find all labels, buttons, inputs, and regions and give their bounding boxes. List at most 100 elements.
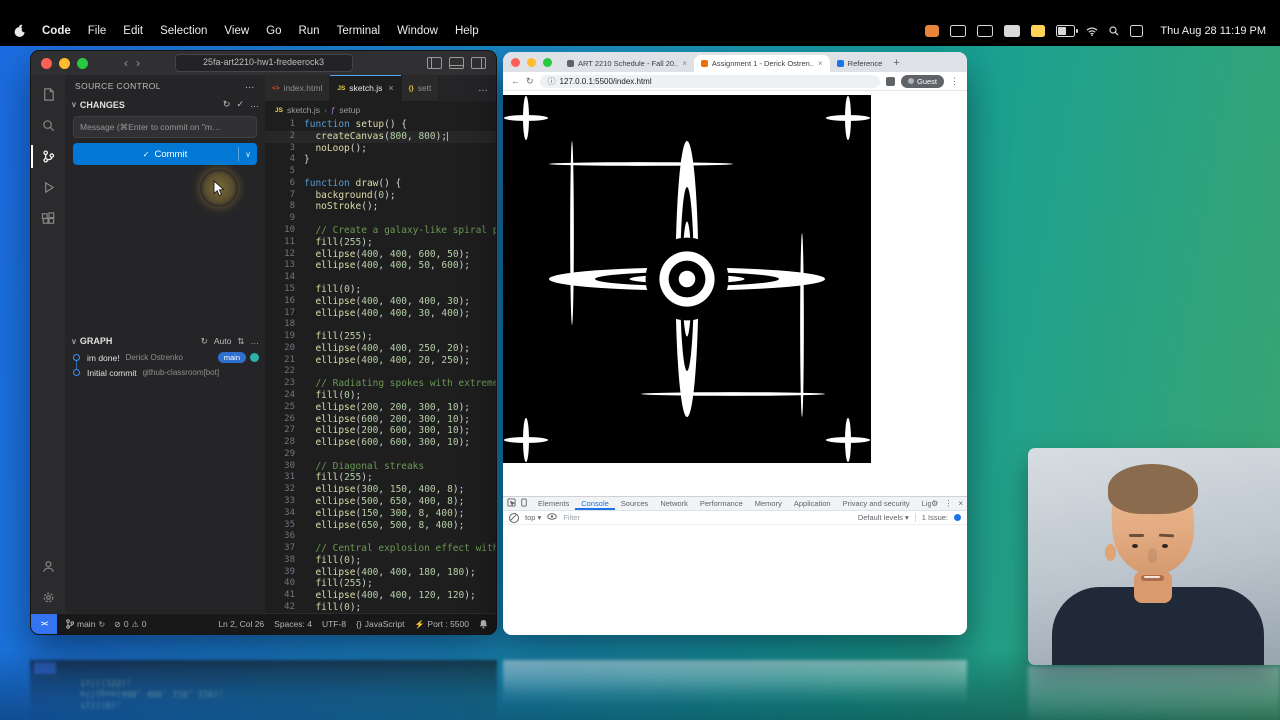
editor-tab-index-html[interactable]: <> index.html: [265, 75, 331, 101]
code-line[interactable]: 2 createCanvas(800, 800);: [265, 130, 496, 143]
stage-manager-icon[interactable]: [977, 25, 994, 37]
code-line[interactable]: 6 function draw() {: [265, 178, 496, 190]
code-line[interactable]: 18: [265, 319, 496, 331]
code-line[interactable]: 40 fill(255);: [265, 578, 496, 590]
code-line[interactable]: 39 ellipse(400, 400, 180, 180);: [265, 567, 496, 579]
explorer-icon[interactable]: [31, 79, 65, 110]
breadcrumb-file[interactable]: sketch.js: [287, 105, 320, 115]
close-window-button[interactable]: [511, 58, 520, 67]
menubar-item-file[interactable]: File: [88, 25, 107, 37]
menubar-item-window[interactable]: Window: [397, 25, 438, 37]
menubar-item-view[interactable]: View: [224, 25, 249, 37]
code-line[interactable]: 37 // Central explosion effect with var: [265, 543, 496, 555]
code-line[interactable]: 16 ellipse(400, 400, 400, 30);: [265, 296, 496, 308]
search-icon[interactable]: [31, 110, 65, 141]
browser-tab[interactable]: ART 2210 Schedule - Fall 20.. ×: [560, 55, 694, 72]
devtools-tab-network[interactable]: Network: [654, 497, 694, 510]
issues-counter[interactable]: 1 Issue:: [922, 513, 948, 522]
notifications-bell-icon[interactable]: [479, 619, 488, 629]
code-line[interactable]: 7 background(0);: [265, 190, 496, 202]
code-line[interactable]: 11 fill(255);: [265, 237, 496, 249]
graph-commit-row[interactable]: im done! Derick Ostrenko main: [65, 350, 265, 365]
minimize-window-button[interactable]: [527, 58, 536, 67]
browser-tab[interactable]: Assignment 1 - Derick Ostren.. ×: [693, 55, 830, 72]
sync-icon[interactable]: ↻: [98, 620, 105, 629]
breadcrumb[interactable]: JS sketch.js › ƒ setup: [265, 101, 496, 119]
code-line[interactable]: 17 ellipse(400, 400, 30, 400);: [265, 308, 496, 320]
commit-button[interactable]: ✓ Commit ∨: [73, 143, 257, 165]
context-selector[interactable]: top ▾: [525, 513, 541, 522]
remote-indicator[interactable]: ><: [31, 614, 57, 634]
devtools-tab-memory[interactable]: Memory: [749, 497, 788, 510]
commit-message-input[interactable]: Message (⌘Enter to commit on "m…: [73, 116, 257, 138]
eye-icon[interactable]: [547, 513, 558, 522]
changes-more-icon[interactable]: …: [250, 99, 259, 110]
battery-icon[interactable]: [1056, 25, 1078, 37]
code-line[interactable]: 20 ellipse(400, 400, 250, 20);: [265, 343, 496, 355]
control-center-icon[interactable]: [1130, 25, 1144, 37]
run-debug-icon[interactable]: [31, 172, 65, 203]
code-line[interactable]: 41 ellipse(400, 400, 120, 120);: [265, 590, 496, 602]
editor-tab-sett[interactable]: {} sett: [401, 75, 440, 101]
code-line[interactable]: 10 // Create a galaxy-like spiral patte: [265, 225, 496, 237]
log-levels-dropdown[interactable]: Default levels ▾: [858, 513, 909, 522]
graph-sort-icon[interactable]: ⇅: [237, 336, 244, 347]
spotlight-icon[interactable]: [1109, 26, 1119, 36]
reload-icon[interactable]: ↻: [526, 76, 534, 87]
code-line[interactable]: 24 fill(0);: [265, 390, 496, 402]
extensions-puzzle-icon[interactable]: [885, 76, 895, 86]
inspect-element-icon[interactable]: [507, 498, 516, 509]
display-icon[interactable]: [950, 25, 967, 37]
encoding-setting[interactable]: UTF-8: [322, 619, 346, 629]
devtools-tab-sources[interactable]: Sources: [615, 497, 655, 510]
menubar-item-selection[interactable]: Selection: [160, 25, 207, 37]
refresh-icon[interactable]: ↻: [223, 99, 231, 110]
camera-icon[interactable]: [1031, 25, 1046, 37]
editor-tab-sketch-js[interactable]: JS sketch.js ×: [330, 75, 402, 101]
tab-close-icon[interactable]: ×: [818, 59, 823, 68]
browser-tab[interactable]: Reference: [830, 55, 890, 72]
back-icon[interactable]: ←: [511, 76, 520, 86]
menubar-item-help[interactable]: Help: [455, 25, 479, 37]
console-filter-input[interactable]: Filter: [563, 513, 580, 522]
menubar-item-go[interactable]: Go: [266, 25, 281, 37]
address-bar[interactable]: ⓘ 127.0.0.1:5500/index.html: [539, 74, 880, 88]
keyboard-icon[interactable]: [1004, 25, 1021, 37]
menubar-item-terminal[interactable]: Terminal: [337, 25, 380, 37]
menubar-item-code[interactable]: Code: [42, 25, 71, 37]
toggle-panel-icon[interactable]: [449, 57, 464, 69]
breadcrumb-symbol[interactable]: setup: [339, 105, 360, 115]
code-line[interactable]: 8 noStroke();: [265, 201, 496, 213]
graph-auto-label[interactable]: Auto: [214, 336, 232, 346]
code-editor[interactable]: 1 function setup() {2 createCanvas(800, 8…: [265, 119, 496, 613]
editor-actions-more-icon[interactable]: …: [470, 75, 496, 101]
source-control-icon[interactable]: [31, 141, 65, 172]
site-info-icon[interactable]: ⓘ: [548, 76, 556, 87]
code-line[interactable]: 30 // Diagonal streaks: [265, 461, 496, 473]
code-line[interactable]: 33 ellipse(500, 650, 400, 8);: [265, 496, 496, 508]
code-line[interactable]: 21 ellipse(400, 400, 20, 250);: [265, 355, 496, 367]
language-mode[interactable]: {} JavaScript: [356, 619, 404, 629]
branch-indicator[interactable]: main ↻: [66, 619, 105, 629]
code-line[interactable]: 29: [265, 449, 496, 461]
clear-console-icon[interactable]: [509, 512, 519, 523]
device-toolbar-icon[interactable]: [520, 498, 528, 509]
code-line[interactable]: 35 ellipse(650, 500, 8, 400);: [265, 520, 496, 532]
code-line[interactable]: 3 noLoop();: [265, 143, 496, 155]
menubar-clock[interactable]: Thu Aug 28 11:19 PM: [1160, 25, 1266, 37]
code-line[interactable]: 12 ellipse(400, 400, 600, 50);: [265, 249, 496, 261]
commit-dropdown-icon[interactable]: ∨: [245, 150, 251, 159]
code-line[interactable]: 25 ellipse(200, 200, 300, 10);: [265, 402, 496, 414]
devtools-tab-lighthouse[interactable]: Lighthouse: [916, 497, 931, 510]
close-window-button[interactable]: [41, 57, 52, 69]
code-line[interactable]: 32 ellipse(300, 150, 400, 8);: [265, 484, 496, 496]
vscode-titlebar[interactable]: ‹› 25fa-art2210-hw1-fredeerock3: [31, 51, 496, 75]
code-line[interactable]: 5: [265, 166, 496, 178]
toggle-secondary-sidebar-icon[interactable]: [471, 57, 486, 69]
zoom-window-button[interactable]: [77, 57, 88, 69]
code-line[interactable]: 4}: [265, 154, 496, 166]
code-line[interactable]: 28 ellipse(600, 600, 300, 10);: [265, 437, 496, 449]
extensions-icon[interactable]: [31, 203, 65, 234]
devtools-close-icon[interactable]: ×: [958, 499, 963, 508]
live-server-port[interactable]: ⚡ Port : 5500: [414, 619, 469, 629]
